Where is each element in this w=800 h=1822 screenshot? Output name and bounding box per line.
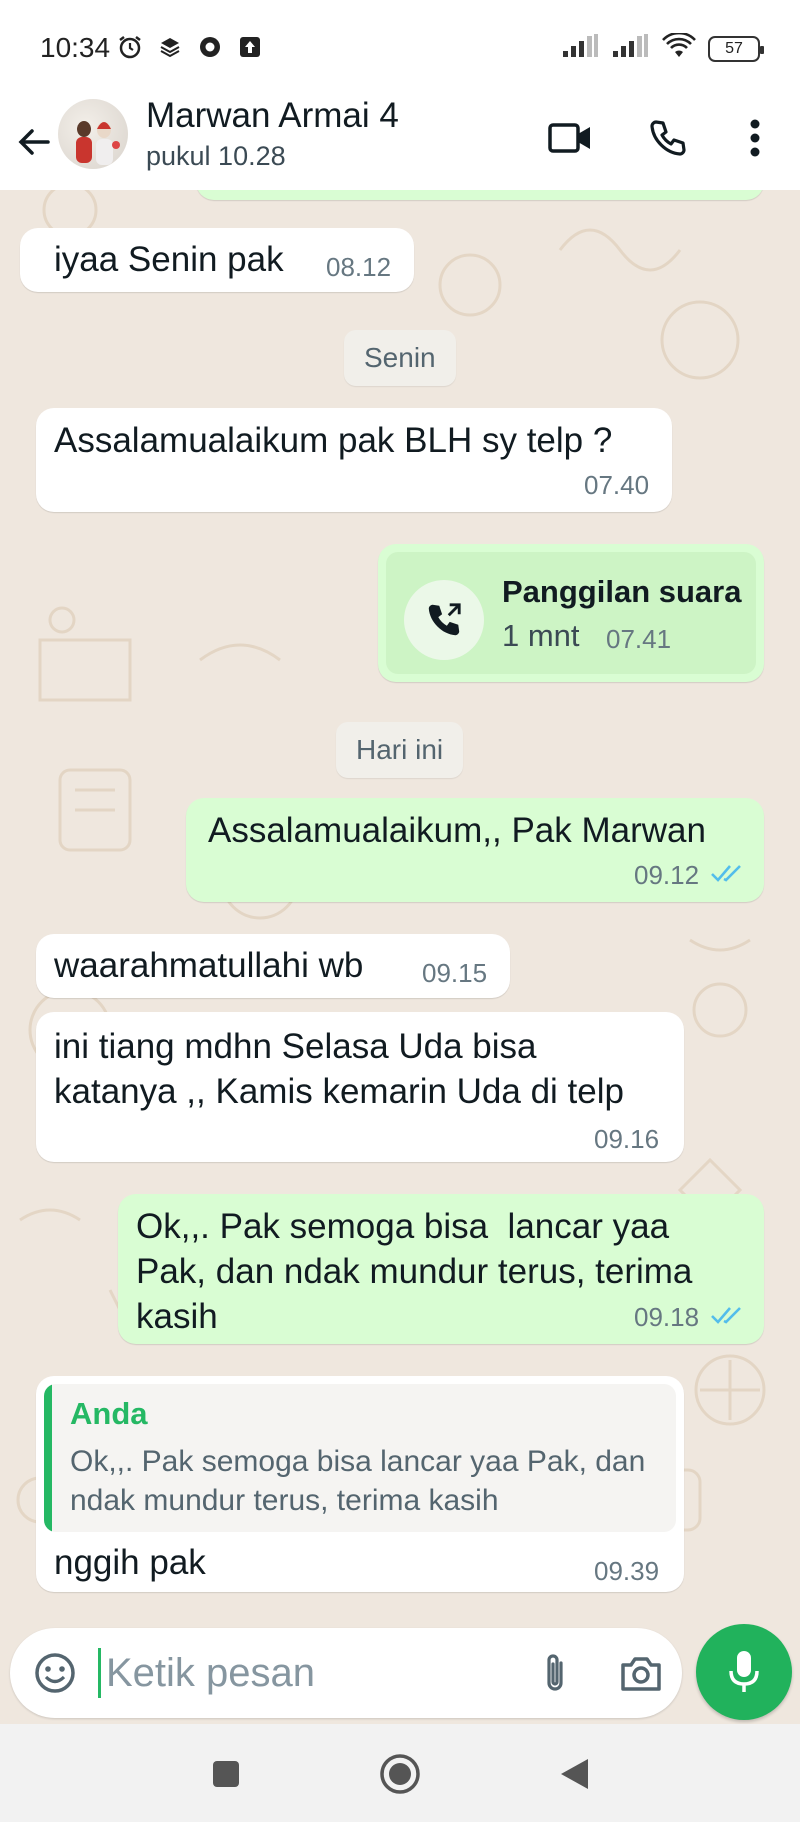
date-separator: Hari ini xyxy=(336,722,464,778)
message-composer xyxy=(10,1628,682,1718)
message-bubble-incoming[interactable]: iyaa Senin pak 08.12 xyxy=(20,228,414,292)
more-vertical-icon xyxy=(750,119,760,157)
call-card[interactable]: Panggilan suara 1 mnt 07.41 xyxy=(386,552,756,674)
arrow-left-icon xyxy=(18,129,50,155)
message-text: Ok,,. Pak semoga bisa lancar yaa Pak, da… xyxy=(136,1207,693,1336)
quote-bar xyxy=(44,1384,52,1532)
call-title: Panggilan suara xyxy=(502,574,742,609)
microphone-icon xyxy=(729,1651,759,1692)
signal-icon xyxy=(562,33,600,64)
call-duration: 1 mnt xyxy=(502,618,580,653)
message-bubble-incoming[interactable]: ini tiang mdhn Selasa Uda bisa katanya ,… xyxy=(36,1012,684,1162)
message-time: 09.39 xyxy=(594,1556,660,1586)
recent-apps-button[interactable] xyxy=(196,1744,256,1804)
video-call-button[interactable] xyxy=(540,108,600,168)
message-text: waarahmatullahi wb xyxy=(54,946,364,985)
emoji-button[interactable] xyxy=(30,1648,80,1698)
message-input[interactable] xyxy=(106,1644,486,1702)
back-button[interactable] xyxy=(12,112,56,172)
avatar[interactable] xyxy=(58,99,128,169)
date-separator: Senin xyxy=(344,330,456,386)
message-time: 07.41 xyxy=(606,624,672,654)
upload-icon xyxy=(236,33,264,61)
call-message-bubble[interactable]: Panggilan suara 1 mnt 07.41 xyxy=(378,544,764,682)
emoji-icon xyxy=(35,1653,75,1693)
camera-button[interactable] xyxy=(616,1648,666,1698)
status-icons-left xyxy=(116,33,264,61)
triangle-back-icon xyxy=(561,1759,588,1789)
attach-button[interactable] xyxy=(530,1648,580,1698)
voice-call-button[interactable] xyxy=(638,108,698,168)
message-time: 09.18 xyxy=(634,1302,700,1332)
home-button[interactable] xyxy=(370,1744,430,1804)
message-text: ini tiang mdhn Selasa Uda bisa katanya ,… xyxy=(54,1027,624,1111)
message-bubble-outgoing[interactable]: Ok,,. Pak semoga bisa lancar yaa Pak, da… xyxy=(118,1194,764,1344)
voice-message-button[interactable] xyxy=(696,1624,792,1720)
chat-header: Marwan Armai 4 pukul 10.28 xyxy=(0,94,800,190)
message-time: 07.40 xyxy=(584,470,650,500)
video-camera-icon xyxy=(548,123,590,153)
system-navigation-bar xyxy=(0,1724,800,1822)
message-time: 09.15 xyxy=(422,958,488,988)
message-bubble-incoming[interactable]: Assalamualaikum pak BLH sy telp ? 07.40 xyxy=(36,408,672,512)
quote-author: Anda xyxy=(70,1396,148,1431)
message-text: Assalamualaikum pak BLH sy telp ? xyxy=(54,421,613,460)
back-nav-button[interactable] xyxy=(544,1744,604,1804)
message-text: iyaa Senin pak xyxy=(54,240,284,279)
call-icon xyxy=(404,580,484,660)
phone-outgoing-icon xyxy=(428,603,461,636)
contact-name[interactable]: Marwan Armai 4 xyxy=(146,96,399,136)
square-icon xyxy=(213,1761,239,1787)
phone-icon xyxy=(650,120,686,156)
message-bubble-incoming[interactable]: waarahmatullahi wb 09.15 xyxy=(36,934,510,998)
battery-icon: 57 xyxy=(708,35,764,62)
read-receipt-icon xyxy=(711,1307,741,1324)
status-time: 10:34 xyxy=(40,32,111,63)
message-bubble-outgoing[interactable]: Assalamualaikum,, Pak Marwan 09.12 xyxy=(186,798,764,902)
more-options-button[interactable] xyxy=(725,108,785,168)
wifi-icon xyxy=(662,31,696,64)
message-time: 09.12 xyxy=(634,860,700,890)
status-bar: 10:34 57 xyxy=(0,0,800,94)
paperclip-icon xyxy=(547,1654,563,1691)
camera-icon xyxy=(621,1657,661,1691)
layers-icon xyxy=(156,33,184,61)
quote-text: Ok,,. Pak semoga bisa lancar yaa Pak, da… xyxy=(70,1445,646,1517)
reply-message-bubble[interactable]: Anda Ok,,. Pak semoga bisa lancar yaa Pa… xyxy=(36,1376,684,1592)
circle-icon xyxy=(380,1754,420,1794)
sync-icon xyxy=(196,33,224,61)
status-icons-right: 57 xyxy=(562,31,764,64)
chat-area[interactable]: iyaa Senin pak 08.12 Senin Assalamualaik… xyxy=(0,190,800,1630)
message-time: 09.16 xyxy=(594,1124,660,1154)
signal-icon xyxy=(612,33,650,64)
message-text: nggih pak xyxy=(54,1543,206,1582)
last-seen-status: pukul 10.28 xyxy=(146,141,286,171)
read-receipt-icon xyxy=(711,865,741,882)
quoted-message[interactable]: Anda Ok,,. Pak semoga bisa lancar yaa Pa… xyxy=(44,1384,676,1532)
message-text: Assalamualaikum,, Pak Marwan xyxy=(208,811,706,850)
alarm-icon xyxy=(116,33,144,61)
message-bubble-partial[interactable] xyxy=(196,190,764,200)
text-cursor xyxy=(98,1648,101,1698)
battery-level: 57 xyxy=(725,39,743,57)
message-time: 08.12 xyxy=(326,252,392,282)
